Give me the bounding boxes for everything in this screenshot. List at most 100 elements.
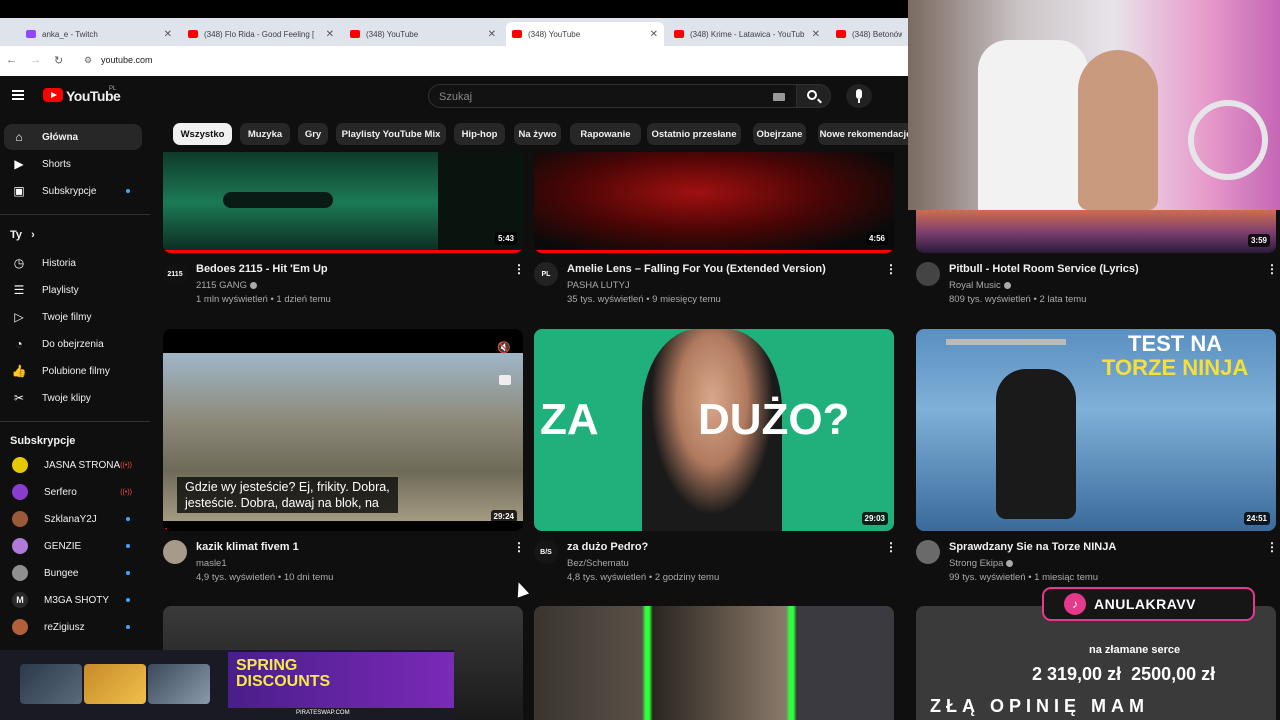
sidebar-item-your-videos[interactable]: ▷ Twoje filmy bbox=[4, 304, 142, 330]
browser-tab[interactable]: (348) YouTube ✕ bbox=[344, 22, 502, 46]
sidebar-item-home[interactable]: ⌂ Główna bbox=[4, 124, 142, 150]
close-icon[interactable]: ✕ bbox=[650, 29, 658, 40]
chip-hiphop[interactable]: Hip-hop bbox=[454, 123, 505, 145]
channel-avatar[interactable]: PL bbox=[534, 262, 558, 286]
browser-tab[interactable]: (348) Flo Rida - Good Feeling [ ✕ bbox=[182, 22, 340, 46]
chip-all[interactable]: Wszystko bbox=[173, 123, 232, 145]
close-icon[interactable]: ✕ bbox=[164, 29, 172, 40]
video-title[interactable]: Sprawdzany Sie na Torze NINJA bbox=[949, 541, 1116, 553]
more-options-icon[interactable]: ⋮ bbox=[513, 541, 525, 553]
verified-icon bbox=[250, 281, 258, 289]
weapon-skin-image bbox=[84, 664, 146, 704]
forward-icon[interactable]: → bbox=[30, 54, 41, 66]
video-channel[interactable]: PASHA LUTYJ bbox=[567, 280, 630, 291]
video-thumbnail[interactable]: 3:59 bbox=[916, 208, 1276, 253]
video-thumbnail[interactable]: TEST NA TORZE NINJA 24:51 bbox=[916, 329, 1276, 531]
channel-avatar[interactable] bbox=[916, 262, 940, 286]
browser-tab[interactable]: (348) Krime - Latawica - YouTub ✕ bbox=[668, 22, 826, 46]
watch-progress-bar bbox=[163, 528, 167, 531]
channel-avatar[interactable]: 2115 bbox=[163, 262, 187, 286]
video-channel[interactable]: Strong Ekipa bbox=[949, 558, 1014, 569]
video-title[interactable]: za dużo Pedro? bbox=[567, 541, 648, 553]
close-icon[interactable]: ✕ bbox=[488, 29, 496, 40]
video-channel[interactable]: masle1 bbox=[196, 558, 227, 569]
more-options-icon[interactable]: ⋮ bbox=[1266, 263, 1278, 275]
sidebar-item-history[interactable]: ◷ Historia bbox=[4, 250, 142, 276]
keyboard-icon[interactable] bbox=[773, 93, 785, 101]
history-icon: ◷ bbox=[13, 256, 25, 270]
subscription-item[interactable]: M M3GA SHOTY bbox=[4, 587, 142, 613]
channel-avatar[interactable] bbox=[916, 540, 940, 564]
menu-icon[interactable] bbox=[12, 90, 24, 100]
subscription-item[interactable]: GENZIE bbox=[4, 533, 142, 559]
sidebar-item-subscriptions[interactable]: ▣ Subskrypcje bbox=[4, 178, 142, 204]
new-content-dot bbox=[126, 625, 130, 629]
youtube-logo-icon[interactable] bbox=[43, 88, 63, 102]
subscription-item[interactable]: reZigiusz bbox=[4, 614, 142, 640]
video-thumbnail[interactable]: ZA DUŻO? 29:03 bbox=[534, 329, 894, 531]
chip-live[interactable]: Na żywo bbox=[514, 123, 561, 145]
ad-title: SPRING DISCOUNTS bbox=[236, 658, 446, 690]
ad-title-line: SPRING bbox=[236, 657, 298, 674]
thumbnail-text: TORZE NINJA bbox=[1102, 355, 1249, 380]
sidebar-item-clips[interactable]: ✂ Twoje klipy bbox=[4, 385, 142, 411]
search-button[interactable] bbox=[797, 84, 831, 108]
video-title[interactable]: Amelie Lens – Falling For You (Extended … bbox=[567, 263, 826, 275]
video-channel[interactable]: Bez/Schematu bbox=[567, 558, 629, 569]
more-options-icon[interactable]: ⋮ bbox=[885, 263, 897, 275]
video-title[interactable]: kazik klimat fivem 1 bbox=[196, 541, 299, 553]
video-thumbnail[interactable]: 5:43 bbox=[163, 152, 523, 253]
video-title[interactable]: Pitbull - Hotel Room Service (Lyrics) bbox=[949, 263, 1139, 275]
caption-line: jesteście. Dobra, dawaj na blok, na bbox=[185, 496, 379, 510]
more-options-icon[interactable]: ⋮ bbox=[513, 263, 525, 275]
sidebar-you-heading[interactable]: Ty › bbox=[10, 229, 35, 241]
video-channel[interactable]: Royal Music bbox=[949, 280, 1011, 291]
sidebar-item-playlists[interactable]: ☰ Playlisty bbox=[4, 277, 142, 303]
video-thumbnail[interactable]: 4:56 bbox=[534, 152, 894, 253]
browser-tab[interactable]: anka_e - Twitch ✕ bbox=[20, 22, 178, 46]
sidebar-item-shorts[interactable]: ▶ Shorts bbox=[4, 151, 142, 177]
chip-rap[interactable]: Rapowanie bbox=[570, 123, 641, 145]
shorts-icon: ▶ bbox=[14, 157, 24, 171]
back-icon[interactable]: ← bbox=[6, 54, 17, 66]
reload-icon[interactable]: ↻ bbox=[54, 54, 63, 67]
sidebar-item-liked[interactable]: 👍 Polubione filmy bbox=[4, 358, 142, 384]
chip-recently-uploaded[interactable]: Ostatnio przesłane bbox=[647, 123, 741, 145]
upload-age: 2 godziny temu bbox=[654, 572, 720, 583]
site-info-icon[interactable]: ⚙ bbox=[84, 55, 92, 66]
new-content-dot bbox=[126, 571, 130, 575]
channel-avatar bbox=[12, 565, 28, 581]
thumbnail-text: DUŻO? bbox=[698, 395, 850, 444]
chip-games[interactable]: Gry bbox=[298, 123, 328, 145]
browser-tab[interactable]: (348) Betonów bbox=[830, 22, 908, 46]
chip-new-recommendations[interactable]: Nowe rekomendacje bbox=[818, 123, 908, 145]
voice-search-button[interactable] bbox=[846, 84, 872, 108]
mute-icon[interactable]: 🔇 bbox=[497, 341, 511, 354]
browser-tab-active[interactable]: (348) YouTube ✕ bbox=[506, 22, 664, 46]
url-field[interactable]: youtube.com bbox=[101, 55, 153, 65]
watch-progress-bar bbox=[163, 250, 523, 253]
sidebar-subscriptions-heading: Subskrypcje bbox=[10, 435, 76, 447]
chip-mix-playlists[interactable]: Playlisty YouTube Mix bbox=[336, 123, 446, 145]
subscription-item[interactable]: Serfero ((•)) bbox=[4, 479, 142, 505]
captions-icon[interactable] bbox=[499, 375, 511, 385]
youtube-icon bbox=[674, 30, 684, 38]
subscription-item[interactable]: SzklanaY2J bbox=[4, 506, 142, 532]
sidebar-item-watch-later[interactable]: ◔ Do obejrzenia bbox=[4, 331, 142, 357]
more-options-icon[interactable]: ⋮ bbox=[885, 541, 897, 553]
close-icon[interactable]: ✕ bbox=[326, 29, 334, 40]
chip-watched[interactable]: Obejrzane bbox=[753, 123, 806, 145]
video-title[interactable]: Bedoes 2115 - Hit 'Em Up bbox=[196, 263, 328, 275]
search-input[interactable]: Szukaj bbox=[428, 84, 797, 108]
video-channel[interactable]: 2115 GANG bbox=[196, 280, 258, 291]
subscription-item[interactable]: JASNA STRONA ((•)) bbox=[4, 452, 142, 478]
channel-avatar[interactable]: B/S bbox=[534, 540, 558, 564]
more-options-icon[interactable]: ⋮ bbox=[1266, 541, 1278, 553]
channel-avatar[interactable] bbox=[163, 540, 187, 564]
sidebar-item-label: Historia bbox=[42, 257, 76, 269]
video-thumbnail[interactable] bbox=[534, 606, 894, 720]
video-thumbnail[interactable]: 🔇 Gdzie wy jesteście? Ej, frikity. Dobra… bbox=[163, 329, 523, 531]
chip-music[interactable]: Muzyka bbox=[240, 123, 290, 145]
subscription-item[interactable]: Bungee bbox=[4, 560, 142, 586]
close-icon[interactable]: ✕ bbox=[812, 29, 820, 40]
